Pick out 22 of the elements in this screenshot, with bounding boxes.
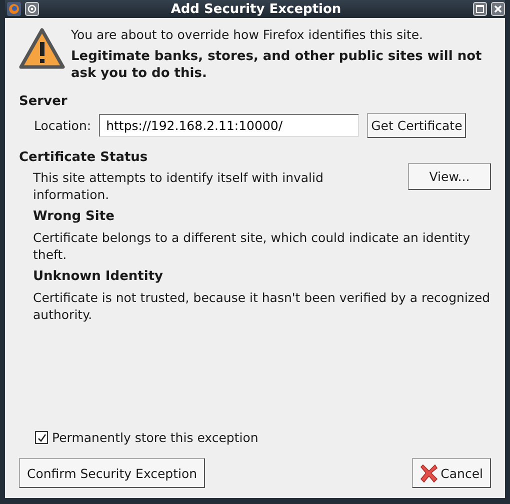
close-icon[interactable]: [491, 2, 505, 16]
warning-icon: [19, 28, 65, 70]
status-summary: This site attempts to identify itself with invalid information.: [33, 169, 324, 203]
section-heading: Server: [19, 94, 68, 109]
problem-title: Wrong Site: [33, 208, 116, 225]
maximize-icon[interactable]: [473, 2, 487, 16]
warning-text: Legitimate banks, stores, and other public sites will not ask you to do this.: [71, 48, 483, 82]
location-field[interactable]: https://192.168.2.11:10000/: [99, 114, 360, 137]
view-button[interactable]: View...: [408, 163, 491, 190]
window-title: Add Security Exception: [170, 2, 342, 16]
confirm-button[interactable]: Confirm Security Exception: [19, 458, 206, 488]
cancel-icon: [420, 463, 438, 483]
section-heading: Certificate Status: [19, 150, 149, 165]
cancel-button[interactable]: Cancel: [412, 458, 491, 488]
checkbox-label[interactable]: Permanently store this exception: [52, 430, 258, 445]
location-label: Location:: [34, 118, 92, 133]
problem-description: Certificate belongs to a different site, which could indicate an identity theft.: [33, 229, 472, 263]
problem-title: Unknown Identity: [33, 268, 164, 285]
problem-description: Certificate is not trusted, because it hasn't been verified by a recognized authority.: [33, 289, 492, 323]
get-certificate-button[interactable]: Get Certificate: [367, 113, 466, 138]
checkbox[interactable]: [35, 431, 48, 444]
intro-message: You are about to override how Firefox identifies this site.: [71, 26, 424, 43]
